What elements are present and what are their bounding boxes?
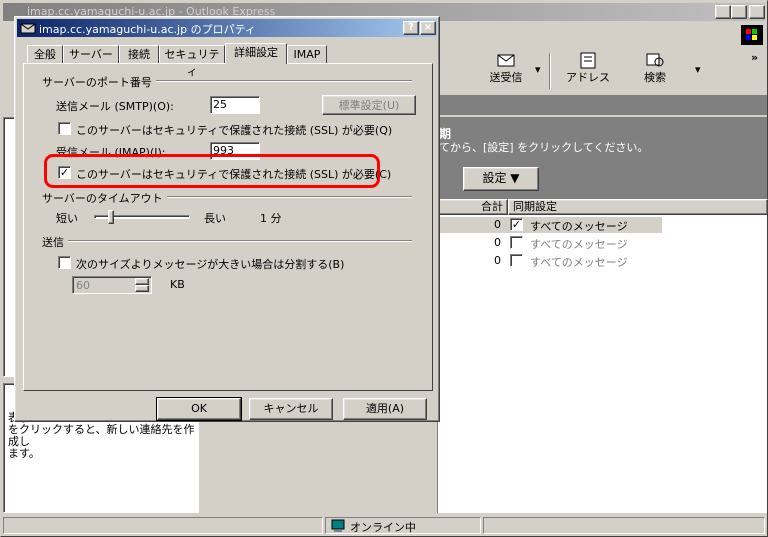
row-count: 0 (494, 218, 501, 231)
tab-advanced-label: 詳細設定 (234, 46, 278, 59)
dialog-title: imap.cc.yamaguchi-u.ac.jp のプロパティ (39, 23, 256, 36)
cancel-label: キャンセル (263, 402, 319, 415)
send-receive-icon (497, 54, 515, 67)
column-header-sync-label: 同期設定 (513, 200, 557, 213)
row-count: 0 (494, 254, 501, 267)
address-book-icon (580, 52, 596, 69)
smtp-ssl-checkbox[interactable] (58, 122, 71, 135)
status-panel-online: オンライン中 (325, 517, 481, 534)
tab-connection[interactable]: 接続 (119, 45, 159, 63)
send-receive-dropdown-icon[interactable]: ▾ (535, 63, 541, 76)
apply-label: 適用(A) (365, 402, 405, 415)
message-list: 合計 同期設定 0 ✓ すべてのメッセージ 0 すべてのメッセージ 0 すべての… (437, 199, 768, 513)
row-label: すべてのメッセージ (530, 220, 628, 233)
tab-general[interactable]: 全般 (27, 45, 63, 63)
folder-header-bar (437, 95, 767, 115)
column-header-total[interactable]: 合計 (438, 199, 508, 215)
tab-imap-label: IMAP (293, 48, 321, 61)
spin-up-button[interactable] (135, 278, 149, 285)
smtp-port-input[interactable]: 25 (210, 96, 260, 114)
table-row[interactable]: 0 ✓ すべてのメッセージ (438, 217, 662, 233)
settings-dropdown-button[interactable]: 設定 ▼ (463, 167, 539, 191)
dialog-close-button[interactable]: × (420, 21, 436, 35)
tab-security[interactable]: セキュリティ (159, 45, 225, 78)
default-settings-button[interactable]: 標準設定(U) (322, 95, 416, 115)
table-row[interactable]: 0 すべてのメッセージ (438, 235, 662, 251)
send-group-label: 送信 (42, 234, 68, 250)
split-size-value: 60 (76, 279, 90, 292)
cancel-button[interactable]: キャンセル (249, 398, 333, 420)
tab-servers[interactable]: サーバー (63, 45, 119, 63)
ports-group-label: サーバーのポート番号 (42, 74, 156, 90)
tab-page: サーバーのポート番号 送信メール (SMTP)(O): 25 標準設定(U) こ… (23, 63, 433, 391)
row-label: すべてのメッセージ (530, 256, 628, 269)
slider-thumb[interactable] (108, 210, 114, 224)
tab-connection-label: 接続 (128, 48, 150, 61)
search-label: 検索 (644, 71, 666, 84)
smtp-port-value: 25 (213, 98, 227, 111)
panel-instruction: てから、[設定] をクリックしてください。 (439, 141, 649, 154)
tab-advanced[interactable]: 詳細設定 (225, 43, 287, 64)
sync-checkbox[interactable]: ✓ (510, 218, 523, 231)
ok-label: OK (191, 402, 207, 415)
tab-imap[interactable]: IMAP (287, 45, 327, 63)
column-header-sync[interactable]: 同期設定 (508, 199, 768, 215)
send-receive-label: 送受信 (489, 71, 523, 84)
toolbar: 送受信 ▾ アドレス 検索 ▾ » (441, 49, 767, 93)
status-bar: オンライン中 (3, 515, 765, 535)
properties-dialog: imap.cc.yamaguchi-u.ac.jp のプロパティ ? × 全般 … (14, 16, 440, 422)
address-button[interactable]: アドレス (553, 51, 623, 89)
column-header-total-label: 合計 (481, 200, 503, 213)
status-panel-right (483, 517, 765, 534)
search-button[interactable]: 検索 (625, 51, 685, 89)
timeout-slider[interactable] (94, 210, 190, 224)
default-settings-label: 標準設定(U) (338, 99, 400, 112)
close-button[interactable]: × (749, 5, 765, 19)
send-receive-button[interactable]: 送受信 (471, 51, 541, 89)
imap-ssl-label: このサーバーはセキュリティで保護された接続 (SSL) が必要(C) (76, 168, 392, 181)
spin-down-button[interactable] (135, 285, 149, 292)
toolbar-separator (549, 53, 551, 89)
timeout-value: 1 分 (260, 212, 282, 225)
split-checkbox[interactable] (58, 256, 71, 269)
smtp-label: 送信メール (SMTP)(O): (56, 100, 174, 113)
minimize-button[interactable]: _ (715, 5, 731, 19)
ok-button[interactable]: OK (156, 397, 242, 421)
split-size-spinner[interactable]: 60 (72, 276, 152, 294)
status-online-text: オンライン中 (350, 521, 416, 534)
help-button[interactable]: ? (403, 21, 419, 35)
row-count: 0 (494, 236, 501, 249)
status-panel-left (3, 517, 323, 534)
sync-checkbox[interactable] (510, 236, 523, 249)
tab-servers-label: サーバー (69, 48, 113, 61)
computer-icon (331, 519, 345, 532)
tab-general-label: 全般 (34, 48, 56, 61)
sync-panel: 期 てから、[設定] をクリックしてください。 設定 ▼ (437, 117, 767, 199)
toolbar-more-icon[interactable]: » (751, 51, 758, 64)
address-label: アドレス (566, 71, 610, 84)
sync-checkbox[interactable] (510, 254, 523, 267)
row-label: すべてのメッセージ (530, 238, 628, 251)
windows-logo-icon (741, 25, 763, 45)
split-unit: KB (170, 278, 185, 291)
send-group-separator (42, 240, 412, 242)
split-label: 次のサイズよりメッセージが大きい場合は分割する(B) (76, 258, 345, 271)
table-row[interactable]: 0 すべてのメッセージ (438, 253, 662, 269)
long-label: 長い (204, 212, 226, 225)
search-dropdown-icon[interactable]: ▾ (695, 63, 701, 76)
smtp-ssl-label: このサーバーはセキュリティで保護された接続 (SSL) が必要(Q) (76, 124, 393, 137)
imap-ssl-checkbox[interactable]: ✓ (58, 166, 71, 179)
apply-button[interactable]: 適用(A) (343, 398, 427, 420)
short-label: 短い (56, 212, 78, 225)
mailbox-icon (20, 23, 36, 34)
maximize-button[interactable]: □ (731, 5, 747, 19)
dialog-titlebar: imap.cc.yamaguchi-u.ac.jp のプロパティ ? × (17, 19, 437, 37)
timeout-group-label: サーバーのタイムアウト (42, 190, 167, 206)
search-icon (646, 53, 664, 67)
